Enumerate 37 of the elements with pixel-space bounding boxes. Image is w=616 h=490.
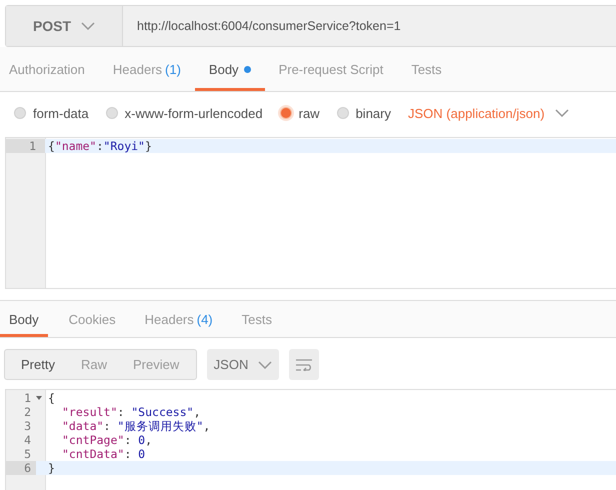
response-tab[interactable]: Body — [0, 304, 48, 337]
response-tab[interactable]: Cookies — [60, 304, 136, 337]
code-editor[interactable]: 1 {"name":"Royi"} — [5, 137, 616, 289]
body-type-radio[interactable]: form-data — [14, 106, 89, 120]
code-line: "cntPage": 0, — [61, 433, 152, 447]
code-line: } — [47, 461, 55, 475]
request-tab[interactable]: Tests — [397, 50, 456, 91]
response-tab[interactable]: Tests — [232, 304, 292, 337]
line-number: 1 — [23, 391, 32, 405]
code-line: "cntData": 0 — [61, 447, 146, 461]
line-number: 6 — [6, 461, 36, 475]
request-tab[interactable]: Pre-request Script — [264, 50, 398, 91]
line-number: 4 — [23, 433, 32, 447]
body-type-radio[interactable]: x-www-form-urlencoded — [106, 106, 263, 120]
line-number: 5 — [23, 447, 32, 461]
code-line: { — [47, 391, 55, 405]
view-mode-tab[interactable]: Raw — [64, 350, 117, 379]
view-mode-tab[interactable]: Pretty — [5, 350, 65, 379]
wrap-lines-icon — [295, 358, 313, 370]
code-line: {"name":"Royi"} — [47, 139, 152, 153]
request-tab[interactable]: Body — [194, 50, 265, 91]
response-tab[interactable]: Headers (4) — [136, 304, 233, 337]
line-number: 2 — [23, 405, 32, 419]
chevron-down-icon — [554, 109, 569, 117]
body-type-radio[interactable]: raw — [280, 106, 320, 120]
code-line: "result": "Success", — [61, 405, 200, 419]
view-mode-tab[interactable]: Preview — [116, 350, 190, 379]
request-tab[interactable]: Headers (1) — [98, 50, 195, 91]
line-number: 3 — [23, 419, 32, 433]
fold-arrow-icon[interactable] — [36, 396, 42, 400]
request-tab[interactable]: Authorization — [0, 50, 99, 91]
line-number: 1 — [6, 139, 45, 153]
content-type-dropdown[interactable]: JSON (application/json) — [408, 106, 569, 120]
chevron-down-icon — [258, 360, 272, 368]
format-dropdown[interactable]: JSON — [207, 349, 279, 380]
code-line: "data": "服务调用失败", — [61, 418, 210, 434]
body-type-radio[interactable]: binary — [336, 106, 391, 120]
